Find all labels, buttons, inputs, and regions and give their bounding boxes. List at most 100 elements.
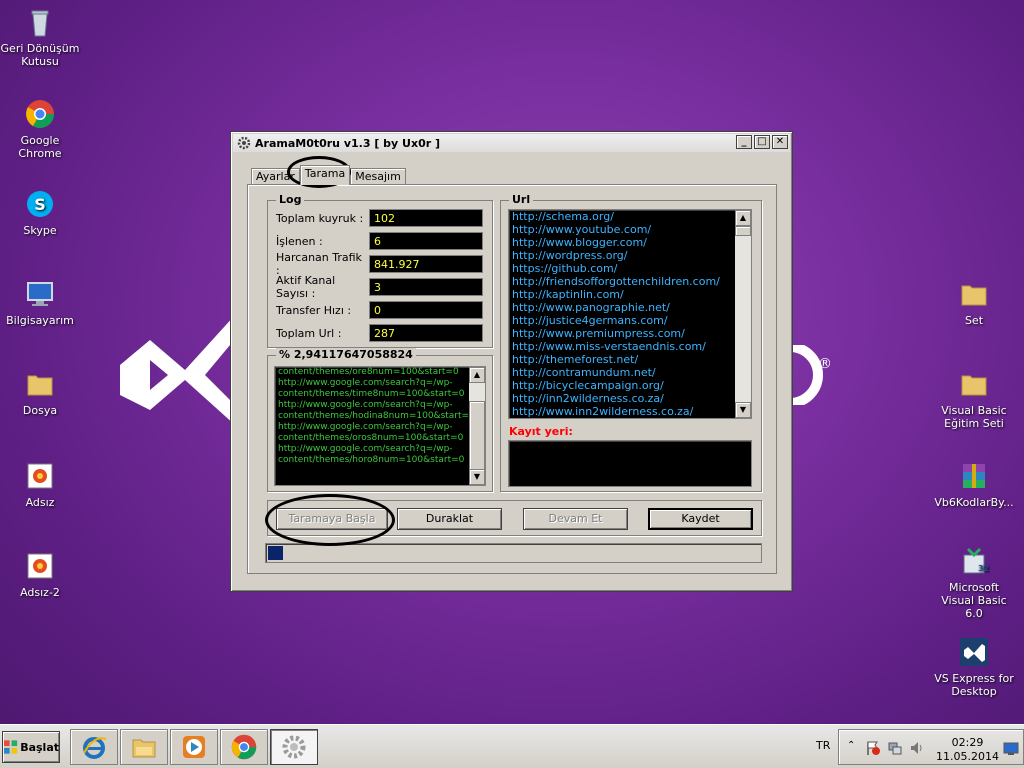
tab-strip: Ayarlar Tarama Mesajım — [251, 165, 406, 185]
save-location-field[interactable] — [508, 440, 752, 487]
system-tray: ⌃ 02:29 11.05.2014 — [838, 729, 1024, 765]
clock-date: 11.05.2014 — [936, 750, 999, 763]
visual-studio-logo-icon — [120, 315, 250, 425]
taskbar-media-player[interactable] — [170, 729, 218, 765]
scroll-thumb[interactable] — [735, 226, 751, 236]
desktop-icon-chrome[interactable]: Google Chrome — [0, 98, 80, 160]
app-gear-icon — [282, 735, 306, 759]
log-group: Log Toplam kuyruk : 102 İşlenen : 6 Harc… — [267, 193, 493, 348]
log-row-total-url: Toplam Url : 287 — [276, 324, 483, 342]
image-icon — [27, 463, 53, 489]
progress-percent: % 2,94117647058824 — [276, 348, 416, 361]
search-log-list[interactable]: content/themes/ore8num=100&start=0 http:… — [274, 366, 486, 486]
desktop-icon-dosya[interactable]: Dosya — [0, 368, 80, 417]
resume-button[interactable]: Devam Et — [523, 508, 628, 530]
windows-logo-icon — [3, 740, 18, 754]
desktop-icon-skype[interactable]: S Skype — [0, 188, 80, 237]
log-row-channels: Aktif Kanal Sayısı : 3 — [276, 274, 483, 300]
taskbar-arama-motoru[interactable] — [270, 729, 318, 765]
clock[interactable]: 02:29 11.05.2014 — [936, 736, 999, 764]
progress-fill — [268, 546, 283, 560]
channels-value: 3 — [369, 278, 483, 296]
queue-value: 102 — [369, 209, 483, 227]
scroll-up-icon[interactable]: ▲ — [735, 210, 751, 226]
progress-group: % 2,94117647058824 content/themes/ore8nu… — [267, 348, 493, 492]
taskbar: Başlat TR ⌃ 02:29 11.05.2014 — [0, 724, 1024, 768]
buttons-group: Taramaya Başla Duraklat Devam Et Kaydet — [267, 500, 762, 536]
recycle-bin-icon — [31, 10, 49, 37]
traffic-value: 841.927 — [369, 255, 483, 273]
url-list[interactable]: http://schema.org/ http://www.youtube.co… — [508, 209, 752, 419]
action-center-flag-icon[interactable] — [865, 740, 881, 756]
vs-icon — [960, 638, 988, 666]
search-log-scrollbar[interactable]: ▲ ▼ — [469, 367, 485, 485]
speed-value: 0 — [369, 301, 483, 319]
svg-text:S: S — [34, 195, 46, 214]
save-button[interactable]: Kaydet — [648, 508, 753, 530]
desktop-icon-recycle-bin[interactable]: Geri Dönüşüm Kutusu — [0, 6, 80, 68]
desktop-icon-adsiz-2[interactable]: Adsız-2 — [0, 550, 80, 599]
scroll-down-icon[interactable]: ▼ — [735, 402, 751, 418]
language-indicator[interactable]: TR — [816, 739, 830, 752]
tab-tarama[interactable]: Tarama — [299, 165, 351, 185]
folder-icon — [961, 285, 987, 306]
skype-icon: S — [27, 191, 53, 217]
maximize-button[interactable]: □ — [754, 135, 770, 149]
show-desktop-icon[interactable] — [1003, 742, 1019, 756]
desktop-icon-vs-express[interactable]: VS Express for Desktop — [934, 636, 1014, 698]
media-player-icon — [183, 736, 205, 758]
gear-icon — [237, 136, 251, 150]
start-button[interactable]: Başlat — [2, 731, 60, 763]
tab-ayarlar[interactable]: Ayarlar — [251, 168, 300, 185]
chrome-icon — [26, 100, 54, 128]
scan-progress-bar — [265, 543, 762, 563]
network-icon[interactable] — [887, 740, 903, 756]
window-title: AramaM0t0ru v1.3 [ by Ux0r ] — [255, 136, 441, 150]
scroll-up-icon[interactable]: ▲ — [469, 367, 485, 383]
pause-button[interactable]: Duraklat — [397, 508, 502, 530]
log-row-processed: İşlenen : 6 — [276, 232, 483, 250]
winrar-icon — [963, 464, 985, 488]
start-scan-button[interactable]: Taramaya Başla — [276, 508, 388, 530]
processed-value: 6 — [369, 232, 483, 250]
total-url-value: 287 — [369, 324, 483, 342]
app-window: AramaM0t0ru v1.3 [ by Ux0r ] _ □ ✕ Ayarl… — [230, 131, 793, 592]
desktop-icon-adsiz[interactable]: Adsız — [0, 460, 80, 509]
desktop-icon-vb6[interactable]: 32 Microsoft Visual Basic 6.0 — [934, 545, 1014, 620]
computer-icon — [27, 282, 53, 306]
vb6-icon: 32 — [963, 547, 989, 574]
desktop-icon-vb6kodlar[interactable]: Vb6KodlarBy... — [934, 460, 1014, 509]
folder-icon — [27, 375, 53, 396]
show-hidden-icons-icon[interactable]: ⌃ — [847, 740, 855, 751]
folder-icon — [961, 375, 987, 396]
scroll-down-icon[interactable]: ▼ — [469, 469, 485, 485]
start-label: Başlat — [20, 740, 59, 754]
close-button[interactable]: ✕ — [772, 135, 788, 149]
desktop-icon-set[interactable]: Set — [934, 278, 1014, 327]
ie-icon — [83, 737, 107, 759]
scroll-thumb[interactable] — [469, 401, 485, 471]
registered-mark: ® — [818, 356, 832, 372]
volume-icon[interactable] — [909, 740, 925, 756]
log-group-title: Log — [276, 193, 305, 206]
desktop-icon-vb-egitim[interactable]: Visual Basic Eğitim Seti — [934, 368, 1014, 430]
taskbar-explorer[interactable] — [120, 729, 168, 765]
log-row-traffic: Harcanan Trafik : 841.927 — [276, 251, 483, 277]
explorer-icon — [132, 739, 156, 758]
url-group: Url http://schema.org/ http://www.youtub… — [500, 193, 762, 492]
chrome-icon — [231, 734, 257, 760]
log-row-speed: Transfer Hızı : 0 — [276, 301, 483, 319]
taskbar-chrome[interactable] — [220, 729, 268, 765]
desktop-icon-computer[interactable]: Bilgisayarım — [0, 278, 80, 327]
window-titlebar[interactable]: AramaM0t0ru v1.3 [ by Ux0r ] _ □ ✕ — [233, 134, 790, 152]
save-location-label: Kayıt yeri: — [509, 425, 573, 438]
image-icon — [27, 553, 53, 579]
url-group-title: Url — [509, 193, 534, 206]
taskbar-ie[interactable] — [70, 729, 118, 765]
tab-mesajim[interactable]: Mesajım — [350, 168, 406, 185]
url-list-scrollbar[interactable]: ▲ ▼ — [735, 210, 751, 418]
log-row-queue: Toplam kuyruk : 102 — [276, 209, 483, 227]
clock-time: 02:29 — [951, 736, 984, 749]
minimize-button[interactable]: _ — [736, 135, 752, 149]
svg-text:32: 32 — [978, 564, 989, 573]
